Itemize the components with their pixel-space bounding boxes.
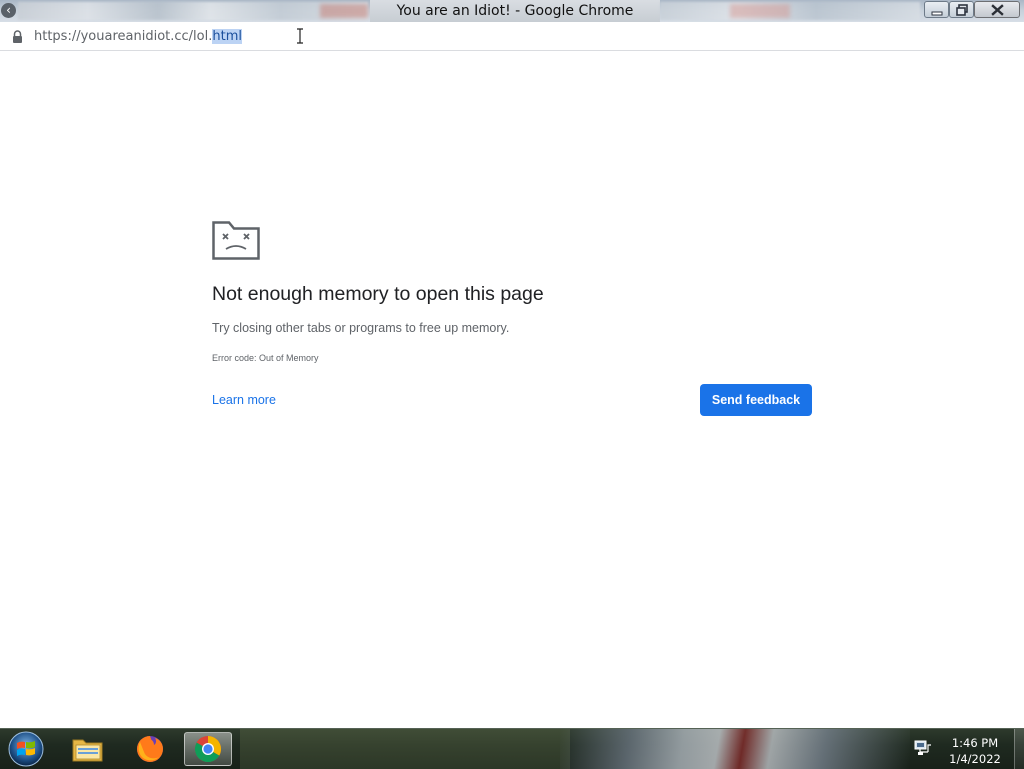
close-icon	[991, 4, 1004, 16]
error-code: Error code: Out of Memory	[212, 353, 319, 363]
file-explorer-icon	[72, 739, 103, 762]
network-icon[interactable]	[914, 740, 932, 756]
show-desktop-button[interactable]	[1014, 729, 1024, 769]
taskbar: 1:46 PM 1/4/2022	[0, 728, 1024, 769]
clock-time: 1:46 PM	[951, 736, 999, 750]
restore-button[interactable]	[949, 1, 974, 18]
error-suggestion: Try closing other tabs or programs to fr…	[212, 321, 510, 335]
minimize-icon	[931, 11, 943, 16]
error-heading: Not enough memory to open this page	[212, 283, 544, 305]
taskbar-chrome[interactable]	[184, 732, 232, 766]
taskbar-wallpaper-art	[240, 729, 570, 769]
chrome-app-icon[interactable]: ‹	[1, 3, 16, 18]
send-feedback-button[interactable]: Send feedback	[700, 384, 812, 416]
taskbar-firefox[interactable]	[126, 732, 174, 766]
clock-date: 1/4/2022	[949, 752, 1001, 766]
url-selection: html	[212, 29, 242, 44]
taskbar-wallpaper-art-right	[560, 729, 910, 769]
text-cursor-icon	[297, 28, 303, 44]
window-title: You are an Idiot! - Google Chrome	[396, 3, 634, 19]
background-window-blur-accent	[320, 4, 368, 18]
address-bar[interactable]: https://youareanidiot.cc/lol.html	[0, 22, 1024, 51]
chrome-icon	[194, 736, 222, 763]
lock-icon[interactable]	[12, 30, 23, 43]
url-prefix: https://youareanidiot.cc/lol.	[34, 29, 213, 44]
sad-tab-icon	[212, 221, 260, 260]
windows-start-icon[interactable]	[6, 730, 46, 768]
firefox-icon	[137, 736, 163, 762]
background-window-blur-right-accent	[730, 4, 790, 18]
learn-more-link[interactable]: Learn more	[212, 393, 276, 407]
url-text[interactable]: https://youareanidiot.cc/lol.html	[34, 29, 242, 44]
close-button[interactable]	[974, 1, 1020, 18]
window-titlebar[interactable]: ‹ You are an Idiot! - Google Chrome	[0, 0, 1024, 22]
background-window-blur	[18, 2, 368, 20]
system-clock[interactable]: 1:46 PM 1/4/2022	[940, 735, 1010, 767]
taskbar-file-explorer[interactable]	[64, 732, 112, 766]
restore-icon	[956, 4, 968, 16]
minimize-button[interactable]	[924, 1, 949, 18]
background-window-blur-right	[660, 2, 920, 20]
